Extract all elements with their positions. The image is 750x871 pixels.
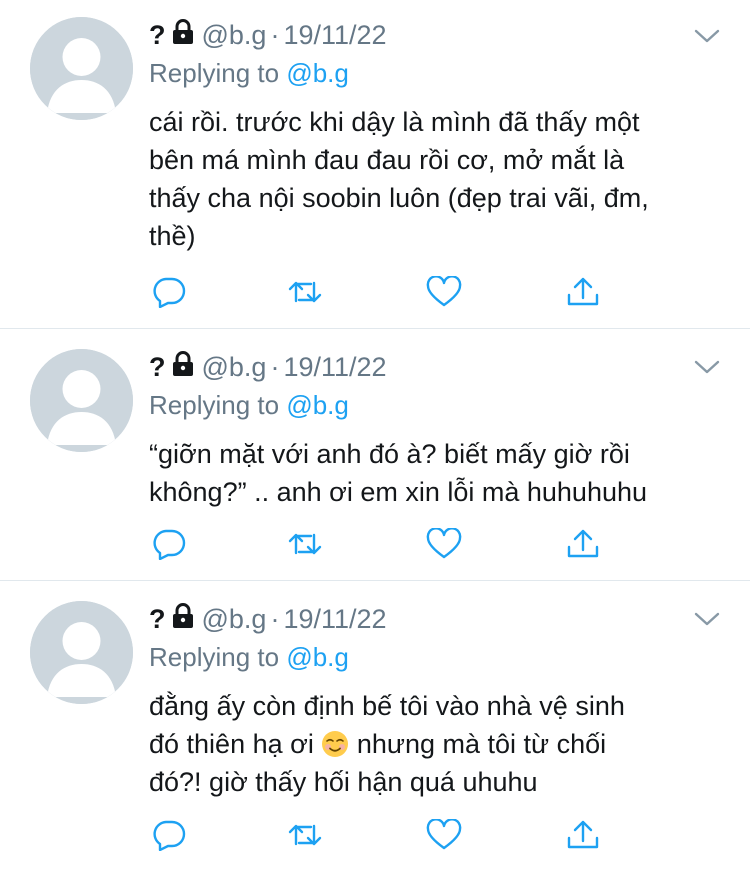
- lock-icon: [172, 602, 194, 636]
- chevron-down-icon[interactable]: [692, 26, 722, 46]
- user-handle[interactable]: @b.g: [202, 604, 267, 635]
- chevron-down-icon[interactable]: [692, 609, 722, 629]
- tweet-date[interactable]: 19/11/22: [283, 604, 386, 635]
- replying-to: Replying to @b.g: [149, 390, 349, 421]
- tweet-text-line: đằng ấy còn định bế tôi vào nhà vệ sinh: [149, 691, 625, 721]
- tweet-text: cái rồi. trước khi dậy là mình đã thấy m…: [149, 103, 729, 255]
- tweet-text: đằng ấy còn định bế tôi vào nhà vệ sinh …: [149, 687, 729, 801]
- tweet-date[interactable]: 19/11/22: [283, 20, 386, 51]
- lock-icon: [172, 18, 194, 52]
- chevron-down-icon[interactable]: [692, 357, 722, 377]
- tweet-text: “giỡn mặt với anh đó à? biết mấy giờ rồi…: [149, 435, 729, 511]
- default-avatar-icon: [30, 17, 133, 120]
- replying-to-label: Replying to: [149, 58, 280, 88]
- display-name[interactable]: ?: [149, 352, 166, 383]
- tweet-text-line: không?” .. anh ơi em xin lỗi mà huhuhuhu: [149, 477, 648, 507]
- tweet[interactable]: ? @b.g · 19/11/22 Replying to @b.g cái r…: [0, 0, 750, 328]
- share-icon[interactable]: [565, 276, 601, 308]
- tweet-header: ? @b.g · 19/11/22: [149, 18, 387, 52]
- tweet-text-line: cái rồi. trước khi dậy là mình đã thấy m…: [149, 107, 640, 137]
- like-icon[interactable]: [426, 527, 462, 560]
- separator-dot: ·: [270, 603, 280, 634]
- default-avatar-icon: [30, 601, 133, 704]
- retweet-icon[interactable]: [287, 276, 323, 308]
- user-handle[interactable]: @b.g: [202, 352, 267, 383]
- replying-to: Replying to @b.g: [149, 58, 349, 89]
- tweet-header: ? @b.g · 19/11/22: [149, 602, 387, 636]
- separator-dot: ·: [270, 351, 280, 382]
- reply-mention-link[interactable]: @b.g: [286, 642, 349, 672]
- tweet-actions: [149, 527, 609, 561]
- tweet-actions: [149, 275, 609, 309]
- share-icon[interactable]: [565, 528, 601, 560]
- avatar[interactable]: [30, 349, 133, 452]
- tweet-text-line: đó?! giờ thấy hối hận quá uhuhu: [149, 767, 538, 797]
- lock-icon: [172, 350, 194, 384]
- display-name[interactable]: ?: [149, 20, 166, 51]
- tweet[interactable]: ? @b.g · 19/11/22 Replying to @b.g đằng …: [0, 581, 750, 871]
- reply-mention-link[interactable]: @b.g: [286, 390, 349, 420]
- tweet-text-fragment: đó thiên hạ ơi: [149, 729, 314, 759]
- tweet-text-fragment: nhưng mà tôi từ chối: [356, 729, 607, 759]
- user-handle[interactable]: @b.g: [202, 20, 267, 51]
- reply-icon[interactable]: [151, 276, 187, 309]
- reply-icon[interactable]: [151, 528, 187, 561]
- display-name[interactable]: ?: [149, 604, 166, 635]
- like-icon[interactable]: [426, 818, 462, 851]
- avatar[interactable]: [30, 601, 133, 704]
- separator-dot: ·: [270, 19, 280, 50]
- reply-icon[interactable]: [151, 819, 187, 852]
- tweet-thread: ? @b.g · 19/11/22 Replying to @b.g cái r…: [0, 0, 750, 871]
- replying-to-label: Replying to: [149, 390, 280, 420]
- tweet-text-line: đó thiên hạ ơi nhưng mà tôi từ chối: [149, 725, 729, 763]
- retweet-icon[interactable]: [287, 528, 323, 560]
- tweet-date[interactable]: 19/11/22: [283, 352, 386, 383]
- replying-to-label: Replying to: [149, 642, 280, 672]
- default-avatar-icon: [30, 349, 133, 452]
- tweet-text-line: “giỡn mặt với anh đó à? biết mấy giờ rồi: [149, 439, 630, 469]
- replying-to: Replying to @b.g: [149, 642, 349, 673]
- tweet-actions: [149, 818, 609, 852]
- tweet-header: ? @b.g · 19/11/22: [149, 350, 387, 384]
- tweet-text-line: thề): [149, 221, 196, 251]
- share-icon[interactable]: [565, 819, 601, 851]
- like-icon[interactable]: [426, 275, 462, 308]
- reply-mention-link[interactable]: @b.g: [286, 58, 349, 88]
- tweet-text-line: thấy cha nội soobin luôn (đẹp trai vãi, …: [149, 183, 649, 213]
- relieved-smiling-face-emoji: [321, 730, 349, 758]
- tweet-text-line: bên má mình đau đau rồi cơ, mở mắt là: [149, 145, 625, 175]
- retweet-icon[interactable]: [287, 819, 323, 851]
- avatar[interactable]: [30, 17, 133, 120]
- tweet[interactable]: ? @b.g · 19/11/22 Replying to @b.g “giỡn…: [0, 329, 750, 580]
